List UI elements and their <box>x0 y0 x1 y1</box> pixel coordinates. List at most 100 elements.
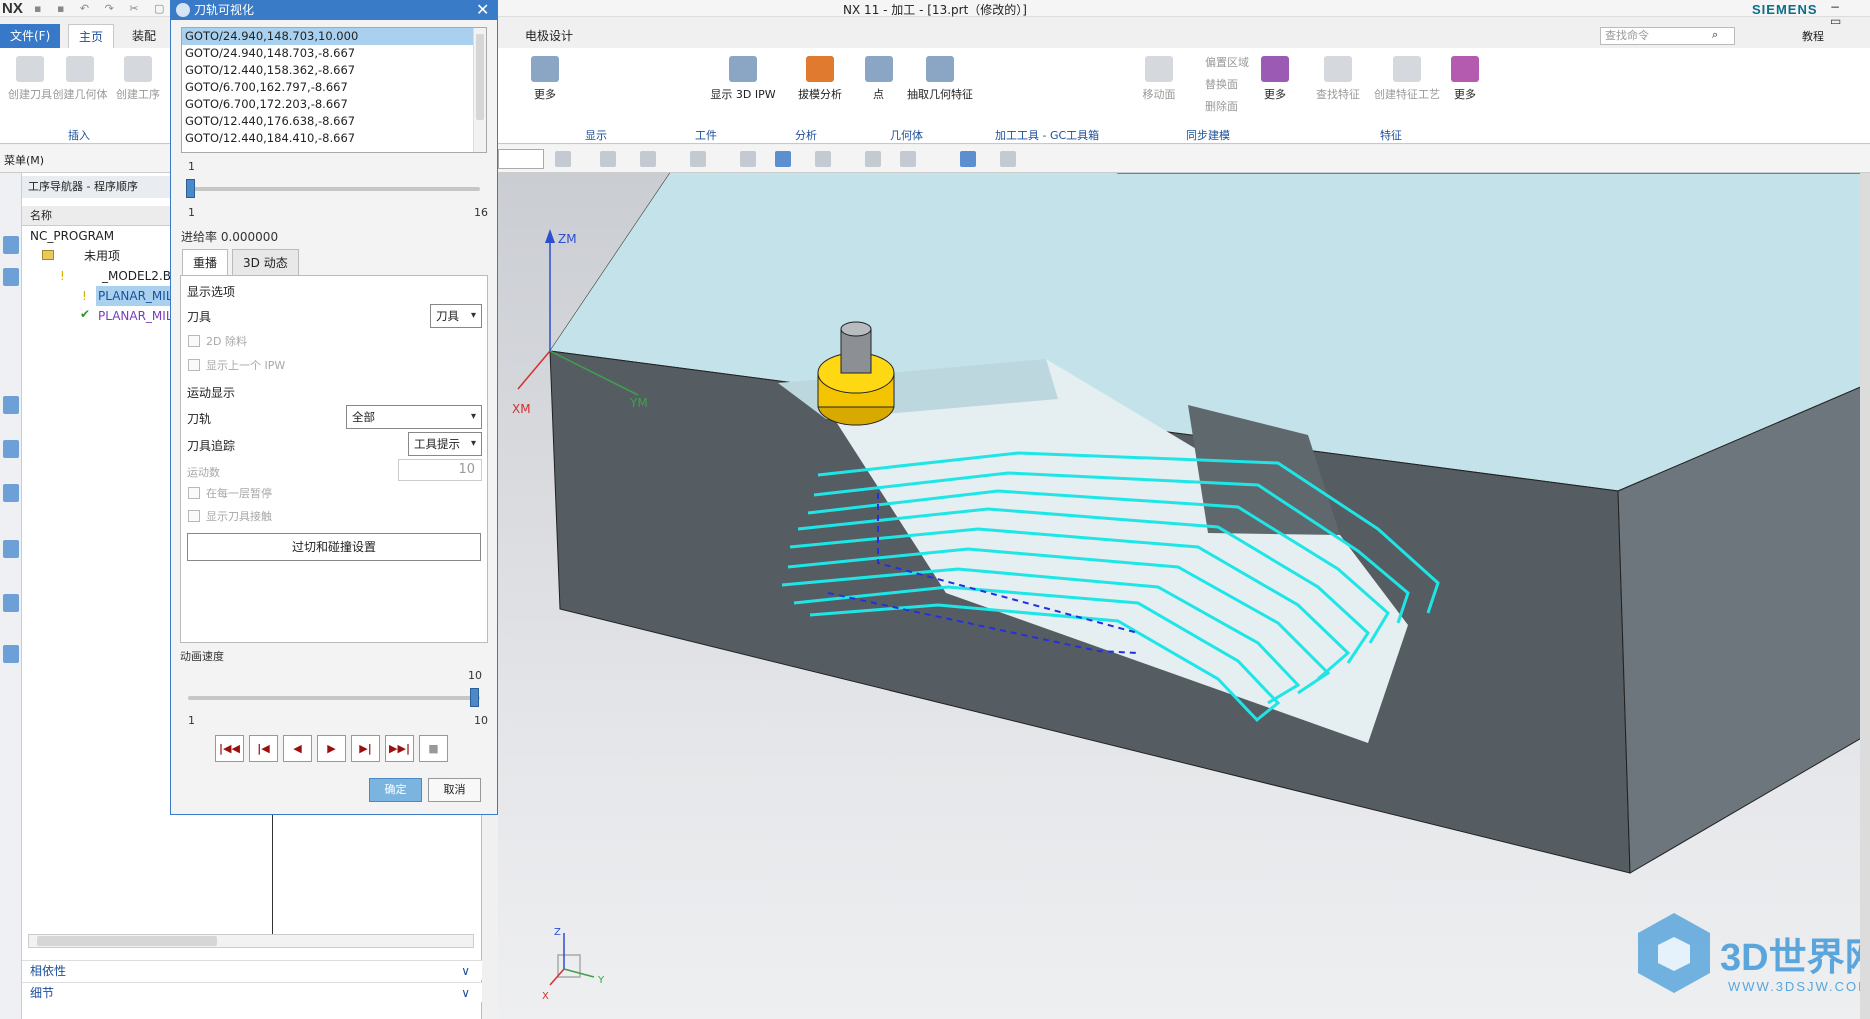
tab-3d-dynamic[interactable]: 3D 动态 <box>232 249 299 275</box>
extract-geometry-button[interactable]: 抽取几何特征 <box>900 56 980 102</box>
resource-icon-6[interactable] <box>3 540 19 558</box>
checkbox-tool-contact[interactable] <box>188 510 200 522</box>
gear-icon[interactable] <box>176 3 190 17</box>
fast-forward-button[interactable]: ▶▶| <box>385 735 414 762</box>
checkbox-pause-layer[interactable] <box>188 487 200 499</box>
goto-list[interactable]: GOTO/24.940,148.703,10.000 GOTO/24.940,1… <box>181 27 487 153</box>
triad-label-z: Z <box>554 927 561 938</box>
feature-process-icon <box>1393 56 1421 82</box>
toolbar-icon-3[interactable] <box>640 151 656 167</box>
list-vscrollbar[interactable] <box>473 28 486 152</box>
toolbar-icon-1[interactable] <box>555 151 571 167</box>
step-slider-track[interactable] <box>188 187 480 191</box>
toolbar-icon-11[interactable] <box>1000 151 1016 167</box>
tab-electrode-design[interactable]: 电极设计 <box>515 24 583 48</box>
resource-icon-7[interactable] <box>3 594 19 612</box>
tab-replay[interactable]: 重播 <box>182 249 229 275</box>
toolbar-icon-9[interactable] <box>900 151 916 167</box>
speed-slider-track[interactable] <box>188 696 480 700</box>
ok-button[interactable]: 确定 <box>369 778 422 802</box>
navigator-hscrollbar[interactable] <box>28 934 474 948</box>
motion-count-input[interactable]: 10 <box>398 459 482 481</box>
tutorial-link[interactable]: 教程 <box>1802 28 1824 44</box>
tab-home[interactable]: 主页 <box>68 24 115 48</box>
replace-face-button[interactable]: 替换面 <box>1205 76 1238 92</box>
speed-slider-knob[interactable] <box>470 688 479 707</box>
scroll-thumb[interactable] <box>476 34 484 120</box>
more-left-button[interactable]: 更多 <box>515 56 575 102</box>
tool-display-select[interactable]: 刀具 <box>430 304 482 328</box>
group-feature: 特征 <box>1380 129 1402 142</box>
create-feature-process-button[interactable]: 创建特征工艺 <box>1370 56 1444 102</box>
more-right-button[interactable]: 更多 <box>1440 56 1490 102</box>
list-item[interactable]: GOTO/6.700,162.797,-8.667 <box>182 79 486 96</box>
resource-icon-5[interactable] <box>3 484 19 502</box>
model-graphics[interactable]: ZM YM XM Z Y X 3D世界网 WWW.3DSJW.COM <box>498 173 1870 1019</box>
list-item[interactable]: GOTO/24.940,148.703,-8.667 <box>182 45 486 62</box>
close-icon[interactable]: ✕ <box>476 0 489 20</box>
toolbar-icon-8[interactable] <box>865 151 881 167</box>
list-item[interactable]: GOTO/12.440,158.362,-8.667 <box>182 62 486 79</box>
find-feature-button[interactable]: 查找特征 <box>1310 56 1366 102</box>
details-panel[interactable]: 细节 ∨ <box>22 982 482 1002</box>
list-item[interactable]: GOTO/6.700,172.203,-8.667 <box>182 96 486 113</box>
gouge-collision-settings-button[interactable]: 过切和碰撞设置 <box>187 533 481 561</box>
chevron-down-icon[interactable]: ∨ <box>461 961 470 981</box>
tree-item-model[interactable]: _MODEL2.BJ <box>22 266 175 286</box>
tree-item-planar-mill-2[interactable]: PLANAR_MIL <box>96 306 173 326</box>
more-sync-icon <box>1261 56 1289 82</box>
axis-label-xm: XM <box>512 402 531 416</box>
checkbox-2d-removal[interactable] <box>188 335 200 347</box>
create-geometry-button[interactable]: 创建几何体 <box>50 56 110 102</box>
toolbar-icon-10[interactable] <box>960 151 976 167</box>
menu-button[interactable]: 菜单(M) <box>4 152 44 168</box>
toolbar-icon-5[interactable] <box>740 151 756 167</box>
stop-button[interactable]: ■ <box>419 735 448 762</box>
column-header-name[interactable]: 名称 <box>22 206 172 226</box>
play-reverse-button[interactable]: ◀ <box>283 735 312 762</box>
toolbar-icon-2[interactable] <box>600 151 616 167</box>
resource-icon-2[interactable] <box>3 268 19 286</box>
chevron-down-icon[interactable]: ∨ <box>461 983 470 1003</box>
path-display-select[interactable]: 全部 <box>346 405 482 429</box>
selection-filter-dropdown[interactable] <box>498 149 544 169</box>
draft-analysis-button[interactable]: 拔模分析 <box>790 56 850 102</box>
point-button[interactable]: 点 <box>856 56 901 102</box>
checkbox-prev-ipw[interactable] <box>188 359 200 371</box>
list-item[interactable]: GOTO/24.940,148.703,10.000 <box>182 28 486 45</box>
delete-face-button[interactable]: 删除面 <box>1205 98 1238 114</box>
toolbar-icon-7[interactable] <box>815 151 831 167</box>
toolbar-icon-6[interactable] <box>775 151 791 167</box>
cancel-button[interactable]: 取消 <box>428 778 481 802</box>
tree-item-planar-mill-1[interactable]: PLANAR_MIL <box>96 286 173 306</box>
list-item[interactable]: GOTO/12.440,184.410,-8.667 <box>182 130 486 147</box>
resource-icon-4[interactable] <box>3 440 19 458</box>
offset-region-button[interactable]: 偏置区域 <box>1205 54 1249 70</box>
create-operation-button[interactable]: 创建工序 <box>108 56 168 102</box>
dependencies-panel[interactable]: 相依性 ∨ <box>22 960 482 980</box>
resource-icon-3[interactable] <box>3 396 19 414</box>
dialog-title: 刀轨可视化 <box>170 0 498 20</box>
show-3d-ipw-button[interactable]: 显示 3D IPW <box>708 56 778 102</box>
tree-item-nc-program[interactable]: NC_PROGRAM <box>22 226 114 246</box>
list-item[interactable]: GOTO/12.440,176.638,-8.667 <box>182 113 486 130</box>
tab-assembly[interactable]: 装配 <box>122 24 166 48</box>
scroll-thumb[interactable] <box>37 936 217 946</box>
resource-icon-8[interactable] <box>3 645 19 663</box>
rewind-to-start-button[interactable]: |◀◀ <box>215 735 244 762</box>
tool-trace-select[interactable]: 工具提示 <box>408 432 482 456</box>
step-forward-button[interactable]: ▶| <box>351 735 380 762</box>
resource-icon-1[interactable] <box>3 236 19 254</box>
move-face-button[interactable]: 移动面 <box>1130 56 1188 102</box>
path-label: 刀轨 <box>187 412 212 426</box>
search-icon[interactable]: ⌕ <box>1712 28 1718 42</box>
label-pause-layer: 在每一层暂停 <box>206 487 272 500</box>
step-back-button[interactable]: |◀ <box>249 735 278 762</box>
tab-file[interactable]: 文件(F) <box>0 24 61 48</box>
more-sync-button[interactable]: 更多 <box>1250 56 1300 102</box>
tree-item-unused[interactable]: 未用项 <box>22 246 120 266</box>
play-button[interactable]: ▶ <box>317 735 346 762</box>
step-slider-knob[interactable] <box>186 179 195 198</box>
toolbar-icon-4[interactable] <box>690 151 706 167</box>
warning-icon: ! <box>60 269 65 283</box>
